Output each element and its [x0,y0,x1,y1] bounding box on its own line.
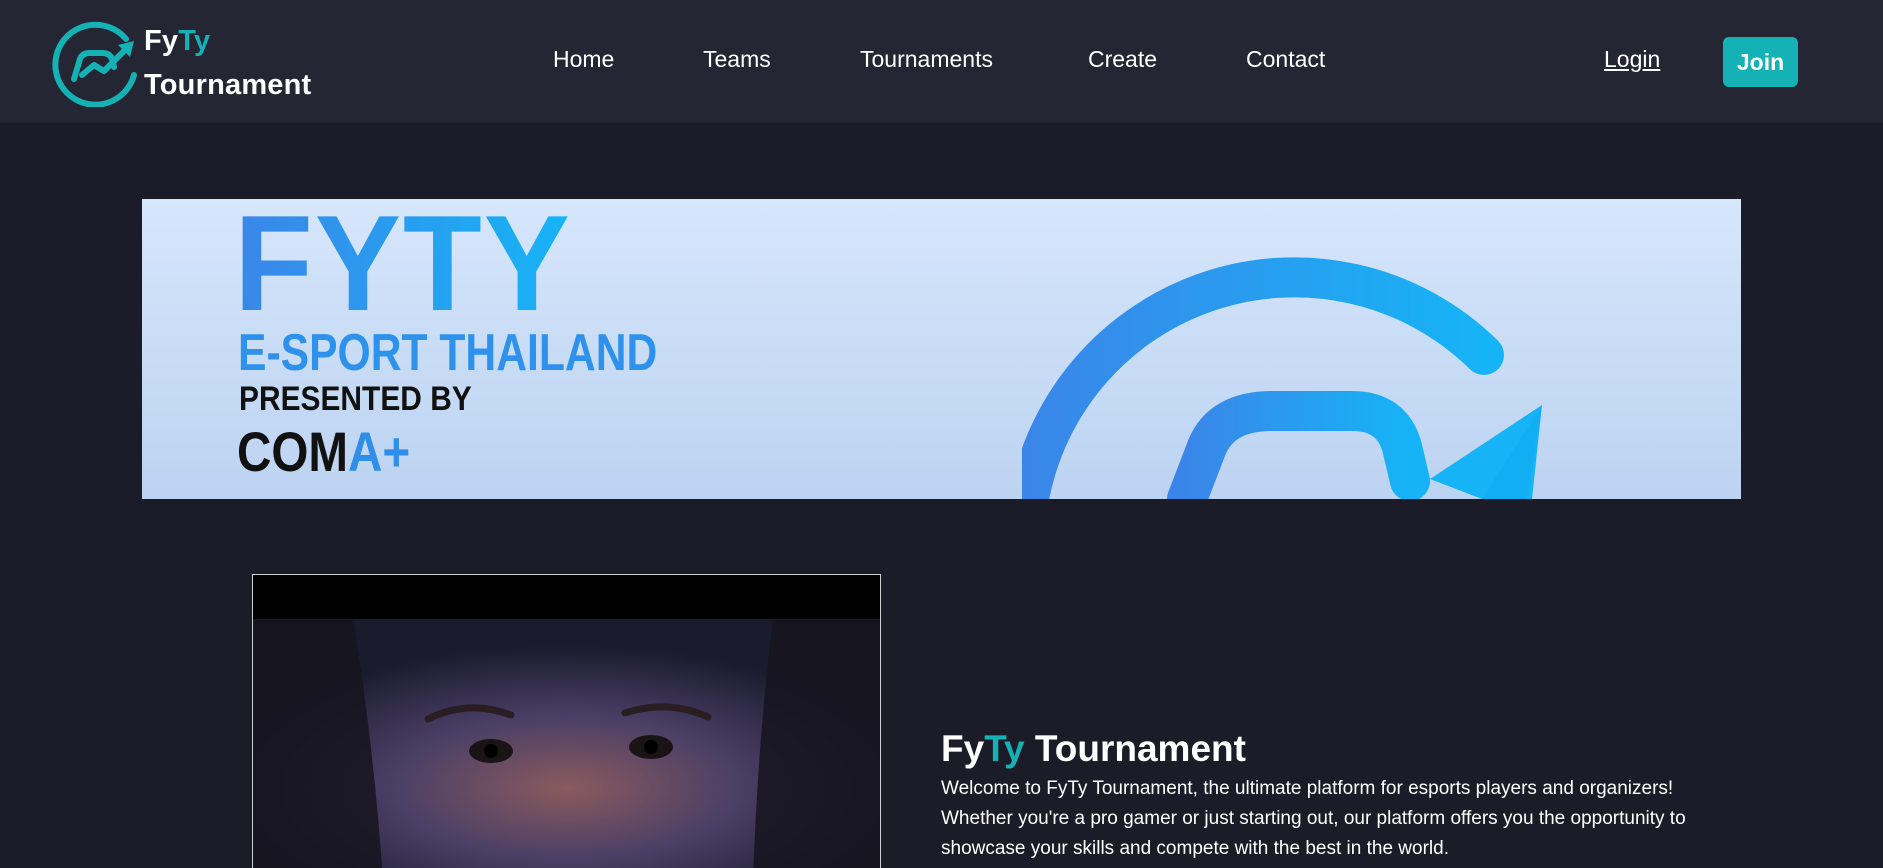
about-title-tournament: Tournament [1024,727,1246,769]
about-description: Welcome to FyTy Tournament, the ultimate… [941,778,1686,859]
about-title: FyTy Tournament [941,725,1246,773]
sponsor-main: COM [237,420,349,483]
about-title-fy: Fy [941,727,985,769]
nav-contact[interactable]: Contact [1246,46,1325,73]
login-link[interactable]: Login [1604,46,1660,73]
banner-presented-by: PRESENTED BY [239,380,472,418]
nav-create[interactable]: Create [1088,46,1157,73]
video-frame [253,619,880,868]
banner-title: FYTY [234,199,572,339]
join-button[interactable]: Join [1723,37,1798,87]
banner-subtitle: E-SPORT THAILAND [238,324,658,382]
hero-banner: FYTY E-SPORT THAILAND PRESENTED BY COMA+ [142,199,1741,499]
nav-teams[interactable]: Teams [703,46,771,73]
banner-logo-mark-icon [1022,257,1542,499]
nav-tournaments[interactable]: Tournaments [860,46,993,73]
promo-video[interactable] [252,574,881,868]
nav-home[interactable]: Home [553,46,614,73]
about-title-ty: Ty [984,727,1025,769]
banner-sponsor: COMA+ [237,421,410,483]
navbar: FyTy Tournament Home Teams Tournaments C… [0,0,1883,123]
video-thumbnail [253,619,880,868]
sponsor-accent: A+ [348,420,411,483]
main-nav: Home Teams Tournaments Create Contact [0,0,1883,123]
